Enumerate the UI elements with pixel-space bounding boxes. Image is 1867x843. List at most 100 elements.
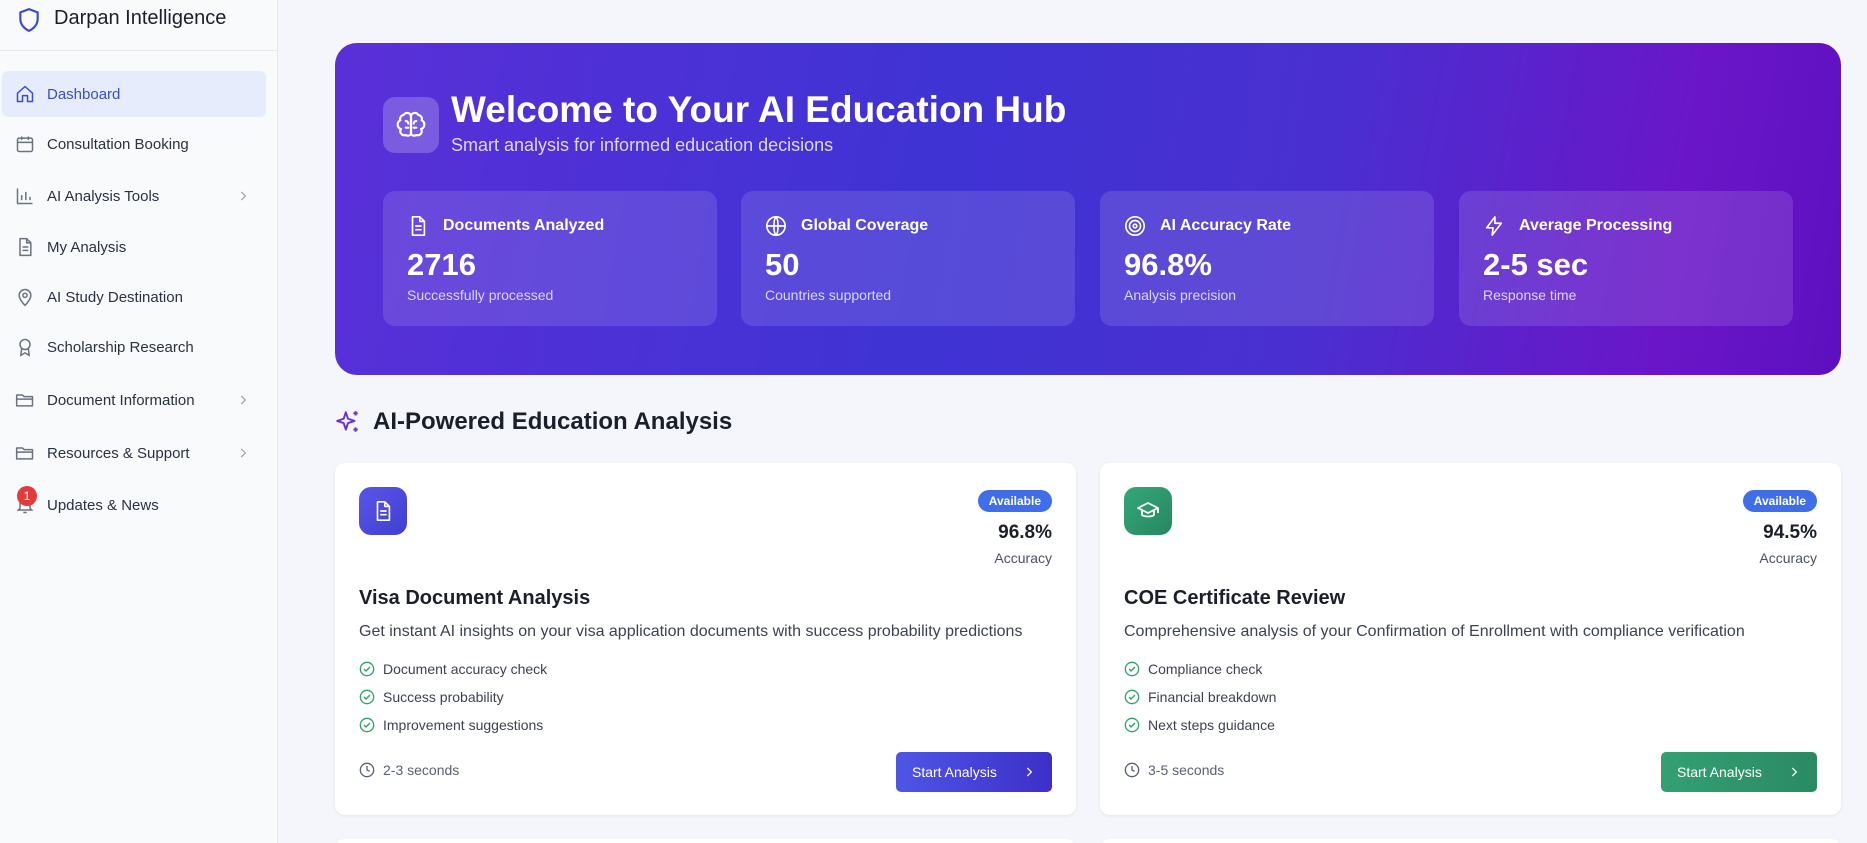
check-circle-icon <box>1124 717 1140 733</box>
award-icon <box>19 338 31 357</box>
stat-card-average-processing: Average Processing 2-5 sec Response time <box>1459 191 1793 326</box>
section-title: AI-Powered Education Analysis <box>373 408 733 435</box>
analysis-card-coe-certificate: Available 94.5% Accuracy COE Certificate… <box>1100 463 1841 815</box>
chevron-right-icon[interactable] <box>236 393 250 407</box>
graduation-cap-icon <box>1137 502 1159 518</box>
processing-time: 3-5 seconds <box>1124 762 1224 778</box>
card-title: COE Certificate Review <box>1124 587 1346 609</box>
document-icon <box>411 216 426 236</box>
globe-icon <box>766 215 786 237</box>
sidebar-item-label: Resources & Support <box>47 444 190 462</box>
sidebar-item-document-information[interactable]: Document Information <box>2 377 266 423</box>
sparkles-icon <box>336 411 358 432</box>
target-icon <box>1125 216 1145 236</box>
check-circle-icon <box>359 661 375 677</box>
sidebar-item-ai-study-destination[interactable]: AI Study Destination <box>2 274 266 320</box>
chevron-right-icon[interactable] <box>236 189 250 203</box>
stat-description: Analysis precision <box>1124 287 1237 303</box>
stat-label: Average Processing <box>1519 217 1673 234</box>
sidebar: Darpan Intelligence Dashboard Consultati… <box>0 0 278 843</box>
sidebar-item-my-analysis[interactable]: My Analysis <box>2 224 266 270</box>
accuracy-value: 96.8% <box>998 522 1052 543</box>
feature-item: Document accuracy check <box>359 661 547 677</box>
sidebar-item-consultation-booking[interactable]: Consultation Booking <box>2 121 266 167</box>
processing-time-label: 3-5 seconds <box>1148 762 1225 778</box>
document-icon <box>376 501 391 521</box>
sidebar-item-label: Dashboard <box>47 85 121 103</box>
stat-description: Response time <box>1483 287 1577 303</box>
stat-card-documents-analyzed: Documents Analyzed 2716 Successfully pro… <box>383 191 717 326</box>
folder-icon <box>15 394 34 407</box>
hero-icon-tile <box>383 97 439 153</box>
bar-chart-icon <box>16 188 33 205</box>
feature-item: Compliance check <box>1124 661 1262 677</box>
calendar-icon <box>16 136 34 153</box>
feature-label: Next steps guidance <box>1148 717 1275 733</box>
feature-item: Improvement suggestions <box>359 717 543 733</box>
button-label: Start Analysis <box>1677 764 1762 780</box>
feature-item: Success probability <box>359 689 504 705</box>
check-circle-icon <box>1124 661 1140 677</box>
clock-icon <box>1124 762 1140 778</box>
start-analysis-button[interactable]: Start Analysis <box>896 752 1052 792</box>
sidebar-item-dashboard[interactable]: Dashboard <box>2 71 266 117</box>
status-badge: Available <box>977 490 1052 512</box>
sidebar-item-scholarship-research[interactable]: Scholarship Research <box>2 324 266 370</box>
brain-icon <box>396 111 426 137</box>
sidebar-item-label: My Analysis <box>47 238 127 256</box>
processing-time: 2-3 seconds <box>359 762 459 778</box>
chevron-right-icon <box>1791 767 1798 777</box>
sidebar-item-ai-analysis-tools[interactable]: AI Analysis Tools <box>2 173 266 219</box>
sidebar-item-label: AI Analysis Tools <box>47 187 160 205</box>
brand[interactable]: Darpan Intelligence <box>0 0 277 51</box>
card-description: Comprehensive analysis of your Confirmat… <box>1124 623 1745 640</box>
accuracy-value: 94.5% <box>1763 522 1817 543</box>
stat-label: AI Accuracy Rate <box>1160 217 1292 234</box>
feature-item: Next steps guidance <box>1124 717 1275 733</box>
brand-name: Darpan Intelligence <box>54 6 227 29</box>
stat-card-ai-accuracy-rate: AI Accuracy Rate 96.8% Analysis precisio… <box>1100 191 1434 326</box>
card-icon-tile <box>359 487 407 535</box>
stat-label: Documents Analyzed <box>443 217 605 234</box>
card-title: Visa Document Analysis <box>359 587 591 609</box>
feature-label: Improvement suggestions <box>383 717 544 733</box>
sidebar-item-label: Document Information <box>47 391 195 409</box>
feature-label: Document accuracy check <box>383 661 548 677</box>
sidebar-item-label: Scholarship Research <box>47 338 194 356</box>
sidebar-item-resources-support[interactable]: Resources & Support <box>2 430 266 476</box>
analysis-card-peek <box>1100 839 1841 843</box>
stat-card-global-coverage: Global Coverage 50 Countries supported <box>741 191 1075 326</box>
card-icon-tile <box>1124 487 1172 535</box>
stat-description: Successfully processed <box>407 287 554 303</box>
feature-label: Success probability <box>383 689 504 705</box>
clock-icon <box>359 762 375 778</box>
stat-description: Countries supported <box>765 287 892 303</box>
stat-value: 2-5 sec <box>1483 247 1589 282</box>
welcome-hero: Welcome to Your AI Education Hub Smart a… <box>335 43 1841 375</box>
feature-item: Financial breakdown <box>1124 689 1276 705</box>
chevron-right-icon[interactable] <box>236 446 250 460</box>
analysis-card-peek <box>335 839 1076 843</box>
stat-value: 50 <box>765 247 800 282</box>
check-circle-icon <box>1124 689 1140 705</box>
map-pin-icon <box>18 288 32 307</box>
stat-value: 2716 <box>407 247 476 282</box>
feature-label: Financial breakdown <box>1148 689 1277 705</box>
accuracy-label: Accuracy <box>1759 550 1817 566</box>
check-circle-icon <box>359 717 375 733</box>
notification-badge: 1 <box>17 486 37 506</box>
sidebar-item-label: AI Study Destination <box>47 288 183 306</box>
processing-time-label: 2-3 seconds <box>383 762 460 778</box>
stat-label: Global Coverage <box>801 217 929 234</box>
home-icon <box>16 85 34 103</box>
document-icon <box>19 237 32 257</box>
hero-title: Welcome to Your AI Education Hub <box>451 89 1067 130</box>
hero-subtitle: Smart analysis for informed education de… <box>451 135 834 155</box>
sidebar-item-label: Consultation Booking <box>47 135 189 153</box>
stat-value: 96.8% <box>1124 247 1212 282</box>
sidebar-item-updates-news[interactable]: 1 Updates & News <box>2 482 266 528</box>
start-analysis-button[interactable]: Start Analysis <box>1661 752 1817 792</box>
button-label: Start Analysis <box>912 764 997 780</box>
feature-label: Compliance check <box>1148 661 1263 677</box>
chevron-right-icon <box>1026 767 1033 777</box>
